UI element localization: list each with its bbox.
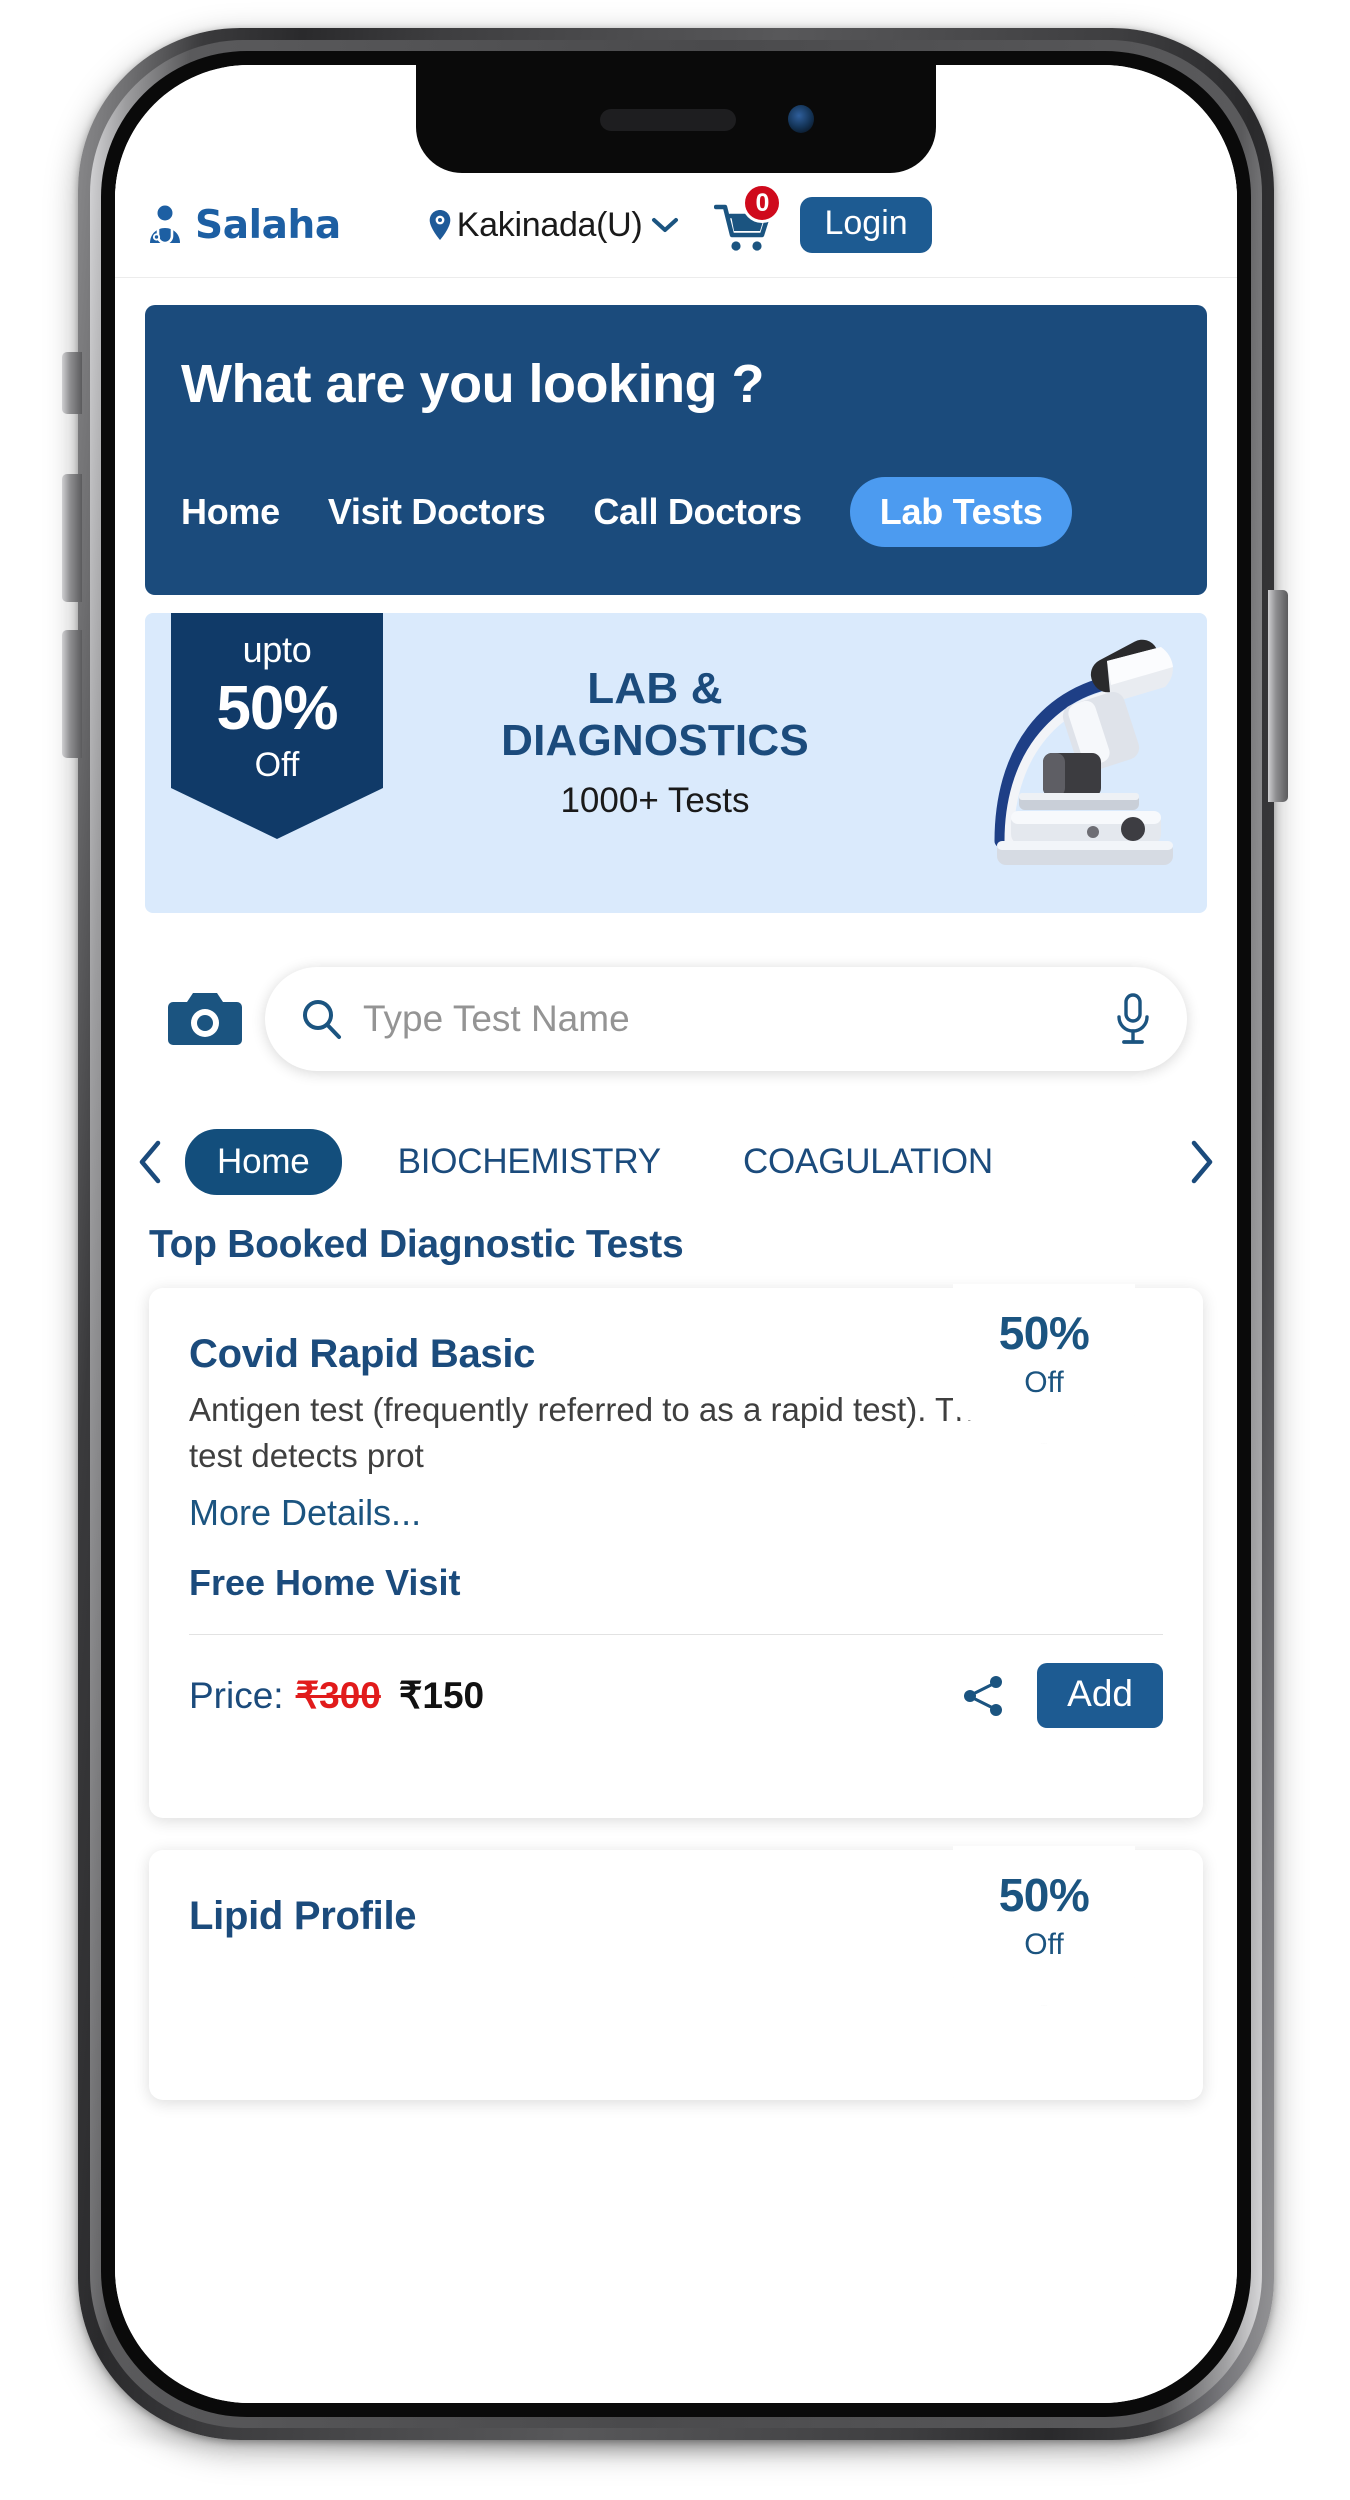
test-card-covid-rapid-basic[interactable]: 50% Off Covid Rapid Basic Antigen test (… bbox=[149, 1284, 1203, 1818]
add-to-cart-button[interactable]: Add bbox=[1037, 1663, 1163, 1729]
hero-title: What are you looking ? bbox=[181, 354, 765, 414]
map-pin-icon bbox=[427, 209, 453, 241]
earpiece-speaker bbox=[600, 109, 736, 131]
doctor-avatar-icon bbox=[143, 203, 187, 247]
category-list: Home BIOCHEMISTRY COAGULATION bbox=[173, 1129, 1179, 1195]
promo-discount-ribbon: upto 50% Off bbox=[171, 613, 383, 839]
price-discounted: ₹150 bbox=[398, 1675, 485, 1717]
promo-line-3: 1000+ Tests bbox=[560, 780, 750, 820]
login-button[interactable]: Login bbox=[800, 197, 932, 253]
card-footer: Price: ₹300 ₹150 Add bbox=[189, 1663, 1163, 1729]
chevron-left-icon[interactable] bbox=[129, 1137, 173, 1187]
category-chip-coagulation[interactable]: COAGULATION bbox=[717, 1132, 1019, 1192]
chevron-down-icon[interactable] bbox=[650, 215, 680, 235]
app-viewport: Salaha Kakinada(U) 0 Login What are you … bbox=[115, 65, 1237, 2403]
silent-switch-button[interactable] bbox=[62, 352, 82, 414]
price-original: ₹300 bbox=[295, 1675, 381, 1717]
free-home-visit-label: Free Home Visit bbox=[189, 1562, 461, 1604]
discount-ribbon: 50% Off bbox=[953, 1284, 1135, 1444]
category-chip-biochemistry[interactable]: BIOCHEMISTRY bbox=[372, 1132, 687, 1192]
volume-up-button[interactable] bbox=[62, 474, 82, 602]
promo-banner[interactable]: upto 50% Off LAB & DIAGNOSTICS 1000+ Tes… bbox=[145, 613, 1207, 913]
test-card-lipid-profile[interactable]: 50% Off Lipid Profile bbox=[149, 1846, 1203, 2100]
search-icon bbox=[299, 997, 343, 1041]
promo-upto-label: upto bbox=[242, 629, 312, 670]
search-box[interactable] bbox=[265, 967, 1187, 1071]
discount-ribbon: 50% Off bbox=[953, 1846, 1135, 2006]
chevron-right-icon[interactable] bbox=[1179, 1137, 1223, 1187]
category-strip: Home BIOCHEMISTRY COAGULATION bbox=[115, 1120, 1237, 1204]
card-divider bbox=[189, 1634, 1163, 1636]
app-header: Salaha Kakinada(U) 0 Login bbox=[115, 173, 1237, 278]
screenshot-stage: Salaha Kakinada(U) 0 Login What are you … bbox=[0, 0, 1350, 2500]
search-row bbox=[145, 963, 1207, 1075]
brand-logo[interactable]: Salaha bbox=[143, 203, 341, 248]
location-label: Kakinada(U) bbox=[456, 205, 643, 244]
hero-tab-home[interactable]: Home bbox=[181, 491, 280, 533]
location-selector[interactable]: Kakinada(U) bbox=[427, 206, 681, 245]
cart-count-badge: 0 bbox=[742, 183, 783, 223]
microphone-icon[interactable] bbox=[1113, 993, 1153, 1045]
cart-button[interactable]: 0 bbox=[714, 183, 783, 253]
category-chip-home[interactable]: Home bbox=[185, 1129, 342, 1195]
discount-percent: 50% bbox=[998, 1307, 1090, 1359]
microscope-image bbox=[893, 635, 1193, 875]
hero-tab-visit-doctors[interactable]: Visit Doctors bbox=[328, 491, 546, 533]
section-title: Top Booked Diagnostic Tests bbox=[149, 1223, 684, 1266]
phone-screen: Salaha Kakinada(U) 0 Login What are you … bbox=[115, 65, 1237, 2403]
promo-line-1: LAB & bbox=[587, 664, 723, 713]
phone-notch bbox=[416, 65, 936, 173]
promo-line-2: DIAGNOSTICS bbox=[501, 715, 809, 765]
test-description: Antigen test (frequently referred to as … bbox=[189, 1391, 998, 1474]
price-label: Price: bbox=[189, 1674, 284, 1716]
discount-off-label: Off bbox=[1024, 1366, 1064, 1399]
hero-tab-call-doctors[interactable]: Call Doctors bbox=[593, 491, 802, 533]
promo-off-label: Off bbox=[254, 746, 300, 784]
more-details-link[interactable]: More Details... bbox=[189, 1492, 1163, 1534]
volume-down-button[interactable] bbox=[62, 630, 82, 758]
front-camera-icon bbox=[788, 105, 814, 133]
hero-tab-lab-tests[interactable]: Lab Tests bbox=[849, 477, 1073, 547]
hero-tab-list: Home Visit Doctors Call Doctors Lab Test… bbox=[181, 477, 1171, 547]
discount-percent: 50% bbox=[998, 1869, 1090, 1921]
discount-off-label: Off bbox=[1024, 1928, 1064, 1961]
brand-name: Salaha bbox=[195, 202, 341, 248]
hero-banner: What are you looking ? Home Visit Doctor… bbox=[145, 305, 1207, 595]
share-icon[interactable] bbox=[961, 1673, 1007, 1719]
promo-text-block: LAB & DIAGNOSTICS 1000+ Tests bbox=[445, 663, 865, 821]
promo-percent-label: 50% bbox=[216, 674, 338, 743]
power-button[interactable] bbox=[1268, 590, 1288, 802]
search-input[interactable] bbox=[363, 998, 1113, 1040]
camera-icon[interactable] bbox=[167, 988, 243, 1050]
